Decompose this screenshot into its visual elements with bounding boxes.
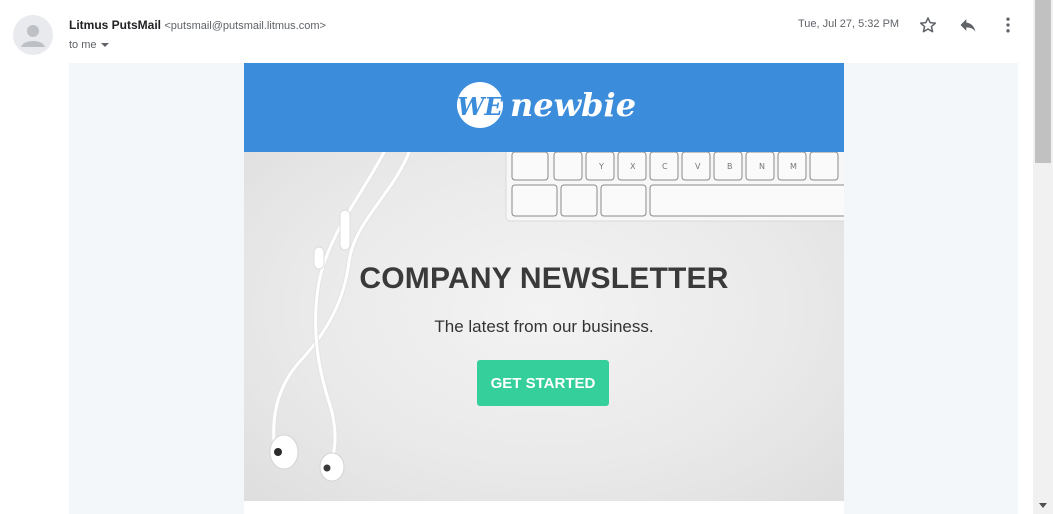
newbie-logo[interactable]: WE newbie <box>456 76 656 136</box>
star-icon <box>919 17 937 33</box>
get-started-button[interactable]: GET STARTED <box>477 360 609 406</box>
svg-text:V: V <box>695 162 701 171</box>
sender-email: <putsmail@putsmail.litmus.com> <box>164 20 326 32</box>
scroll-down-arrow-icon[interactable] <box>1037 500 1049 510</box>
svg-text:N: N <box>759 162 765 171</box>
recipient-label: to me <box>69 39 97 51</box>
reply-icon <box>960 19 976 32</box>
svg-text:Y: Y <box>598 162 604 171</box>
sender-avatar[interactable] <box>13 15 53 55</box>
scrollbar[interactable] <box>1033 0 1053 514</box>
recipient-details-toggle[interactable]: to me <box>69 39 110 51</box>
more-options-button[interactable] <box>996 13 1020 37</box>
sender-name[interactable]: Litmus PutsMail <box>69 18 161 32</box>
sender-line: Litmus PutsMail <putsmail@putsmail.litmu… <box>69 18 326 32</box>
email-header-banner: WE newbie <box>244 63 844 152</box>
newsletter-tagline: The latest from our business. <box>434 317 654 336</box>
newsletter-headline: COMPANY NEWSLETTER <box>359 262 729 295</box>
logo-mark: WE <box>457 92 503 121</box>
chevron-down-icon <box>100 43 109 47</box>
reply-button[interactable] <box>956 13 980 37</box>
svg-text:X: X <box>630 162 636 171</box>
svg-text:M: M <box>790 162 797 171</box>
svg-text:B: B <box>727 162 733 171</box>
hero-section: Y X C V B N M COMPANY NEWSLETTER The latest … <box>244 152 844 501</box>
star-button[interactable] <box>916 13 940 37</box>
keyboard-image: YXC VBN M <box>505 152 844 222</box>
logo-wordmark: newbie <box>510 86 636 124</box>
earphones-image <box>271 152 412 465</box>
more-vert-icon <box>1006 17 1010 33</box>
email-content-continuation <box>244 501 844 514</box>
scrollbar-thumb[interactable] <box>1035 0 1051 163</box>
message-date: Tue, Jul 27, 5:32 PM <box>798 18 900 30</box>
avatar-icon <box>21 25 45 47</box>
svg-text:C: C <box>662 162 668 171</box>
